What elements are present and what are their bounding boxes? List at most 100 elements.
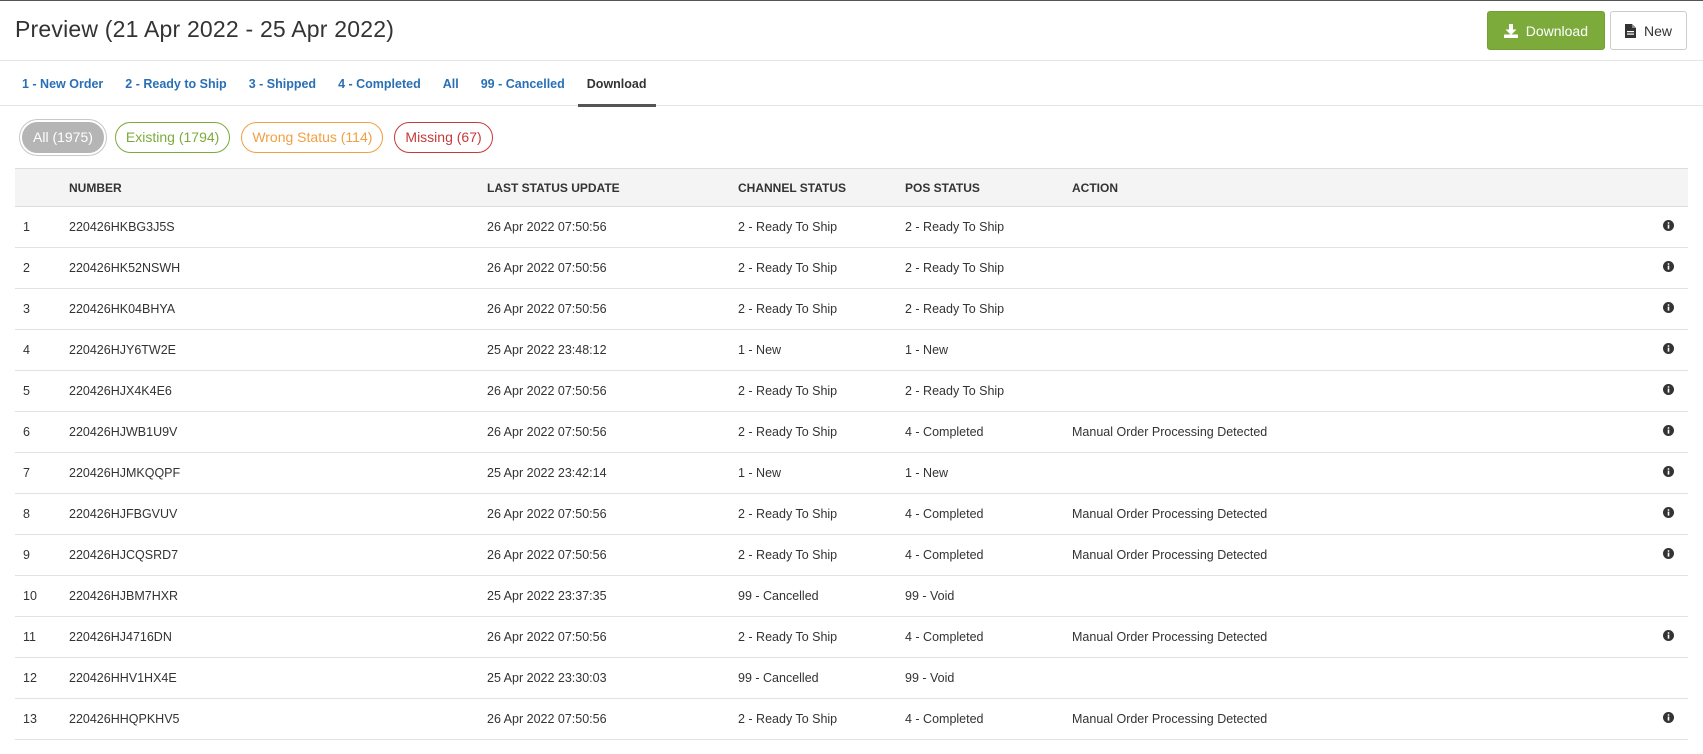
table-row[interactable]: 12 220426HHV1HX4E 25 Apr 2022 23:30:03 9… — [15, 658, 1688, 699]
table-row[interactable]: 7 220426HJMKQQPF 25 Apr 2022 23:42:14 1 … — [15, 453, 1688, 494]
tab-cancelled[interactable]: 99 - Cancelled — [472, 61, 574, 106]
row-info-cell — [1648, 699, 1688, 740]
info-circle-icon[interactable] — [1662, 220, 1674, 234]
row-action — [1064, 289, 1648, 330]
tab-all[interactable]: All — [434, 61, 468, 106]
info-circle-icon[interactable] — [1662, 466, 1674, 480]
tab-completed[interactable]: 4 - Completed — [329, 61, 430, 106]
row-info-cell — [1648, 658, 1688, 699]
row-action: Manual Order Processing Detected — [1072, 712, 1268, 726]
pos-status: 2 - Ready To Ship — [905, 302, 1005, 316]
table-row[interactable]: 10 220426HJBM7HXR 25 Apr 2022 23:37:35 9… — [15, 576, 1688, 617]
row-action — [1064, 207, 1648, 248]
filter-wrong-status[interactable]: Wrong Status (114) — [241, 121, 384, 153]
last-status-update: 26 Apr 2022 07:50:56 — [487, 302, 607, 316]
table-row[interactable]: 6 220426HJWB1U9V 26 Apr 2022 07:50:56 2 … — [15, 412, 1688, 453]
row-action: Manual Order Processing Detected — [1072, 425, 1268, 439]
row-index: 6 — [23, 425, 30, 439]
row-index: 4 — [23, 343, 30, 357]
last-status-update: 25 Apr 2022 23:30:03 — [487, 671, 607, 685]
tab-download[interactable]: Download — [577, 61, 656, 107]
row-action: Manual Order Processing Detected — [1072, 507, 1268, 521]
table-row[interactable]: 3 220426HK04BHYA 26 Apr 2022 07:50:56 2 … — [15, 289, 1688, 330]
filter-all[interactable]: All (1975) — [22, 121, 104, 153]
header-actions: Download New — [1486, 11, 1687, 50]
channel-status: 2 - Ready To Ship — [738, 425, 838, 439]
row-info-cell — [1648, 617, 1688, 658]
order-number: 220426HJFBGVUV — [69, 507, 178, 521]
table-body: 1 220426HKBG3J5S 26 Apr 2022 07:50:56 2 … — [15, 207, 1688, 740]
table-row[interactable]: 4 220426HJY6TW2E 25 Apr 2022 23:48:12 1 … — [15, 330, 1688, 371]
last-status-update: 26 Apr 2022 07:50:56 — [487, 425, 607, 439]
table-row[interactable]: 11 220426HJ4716DN 26 Apr 2022 07:50:56 2… — [15, 617, 1688, 658]
info-circle-icon[interactable] — [1662, 507, 1674, 521]
info-circle-icon[interactable] — [1662, 343, 1674, 357]
tab-ready-to-ship[interactable]: 2 - Ready to Ship — [116, 61, 235, 106]
table-row[interactable]: 5 220426HJX4K4E6 26 Apr 2022 07:50:56 2 … — [15, 371, 1688, 412]
orders-table: NUMBER LAST STATUS UPDATE CHANNEL STATUS… — [15, 168, 1688, 740]
order-number: 220426HJY6TW2E — [69, 343, 177, 357]
pos-status: 2 - Ready To Ship — [905, 220, 1005, 234]
pos-status: 99 - Void — [905, 589, 955, 603]
info-circle-icon[interactable] — [1662, 630, 1674, 644]
column-pos-status: POS STATUS — [905, 180, 980, 195]
row-index: 10 — [23, 589, 37, 603]
info-circle-icon[interactable] — [1662, 302, 1674, 316]
table-row[interactable]: 1 220426HKBG3J5S 26 Apr 2022 07:50:56 2 … — [15, 207, 1688, 248]
table-row[interactable]: 9 220426HJCQSRD7 26 Apr 2022 07:50:56 2 … — [15, 535, 1688, 576]
pos-status: 99 - Void — [905, 671, 955, 685]
table-row[interactable]: 8 220426HJFBGVUV 26 Apr 2022 07:50:56 2 … — [15, 494, 1688, 535]
tab-new-order[interactable]: 1 - New Order — [13, 61, 112, 106]
row-index: 3 — [23, 302, 30, 316]
new-button-label: New — [1643, 22, 1672, 39]
file-icon — [1624, 23, 1636, 38]
order-number: 220426HKBG3J5S — [69, 220, 175, 234]
filter-pills: All (1975) Existing (1794) Wrong Status … — [0, 106, 1703, 168]
channel-status: 2 - Ready To Ship — [738, 507, 838, 521]
row-index: 1 — [23, 220, 30, 234]
pos-status: 4 - Completed — [905, 548, 984, 562]
page-title: Preview (21 Apr 2022 - 25 Apr 2022) — [15, 16, 395, 42]
channel-status: 1 - New — [738, 343, 782, 357]
row-action — [1064, 330, 1648, 371]
pos-status: 2 - Ready To Ship — [905, 261, 1005, 275]
row-action — [1064, 658, 1648, 699]
tab-shipped[interactable]: 3 - Shipped — [240, 61, 325, 106]
order-number: 220426HJMKQQPF — [69, 466, 181, 480]
last-status-update: 26 Apr 2022 07:50:56 — [487, 261, 607, 275]
info-circle-icon[interactable] — [1662, 425, 1674, 439]
column-number: NUMBER — [69, 180, 122, 195]
row-action: Manual Order Processing Detected — [1072, 630, 1268, 644]
row-action — [1064, 371, 1648, 412]
pos-status: 1 - New — [905, 343, 949, 357]
order-number: 220426HJWB1U9V — [69, 425, 178, 439]
row-info-cell — [1648, 494, 1688, 535]
channel-status: 99 - Cancelled — [738, 589, 819, 603]
channel-status: 2 - Ready To Ship — [738, 302, 838, 316]
filter-existing[interactable]: Existing (1794) — [114, 121, 231, 153]
download-icon — [1503, 23, 1518, 38]
filter-missing[interactable]: Missing (67) — [394, 121, 493, 153]
info-circle-icon[interactable] — [1662, 261, 1674, 275]
info-circle-icon[interactable] — [1662, 548, 1674, 562]
info-circle-icon[interactable] — [1662, 384, 1674, 398]
pos-status: 4 - Completed — [905, 712, 984, 726]
last-status-update: 26 Apr 2022 07:50:56 — [487, 220, 607, 234]
row-index: 9 — [23, 548, 30, 562]
status-tabs: 1 - New Order 2 - Ready to Ship 3 - Ship… — [0, 61, 1703, 107]
channel-status: 2 - Ready To Ship — [738, 220, 838, 234]
last-status-update: 25 Apr 2022 23:42:14 — [487, 466, 607, 480]
table-row[interactable]: 13 220426HHQPKHV5 26 Apr 2022 07:50:56 2… — [15, 699, 1688, 740]
channel-status: 2 - Ready To Ship — [738, 261, 838, 275]
table-row[interactable]: 2 220426HK52NSWH 26 Apr 2022 07:50:56 2 … — [15, 248, 1688, 289]
new-button[interactable]: New — [1609, 11, 1687, 50]
column-last-status-update: LAST STATUS UPDATE — [487, 180, 620, 195]
download-button[interactable]: Download — [1486, 11, 1605, 50]
pos-status: 4 - Completed — [905, 507, 984, 521]
info-circle-icon[interactable] — [1662, 712, 1674, 726]
column-index — [15, 169, 61, 207]
row-index: 12 — [23, 671, 37, 685]
row-action — [1064, 248, 1648, 289]
row-action — [1064, 453, 1648, 494]
order-number: 220426HJ4716DN — [69, 630, 172, 644]
